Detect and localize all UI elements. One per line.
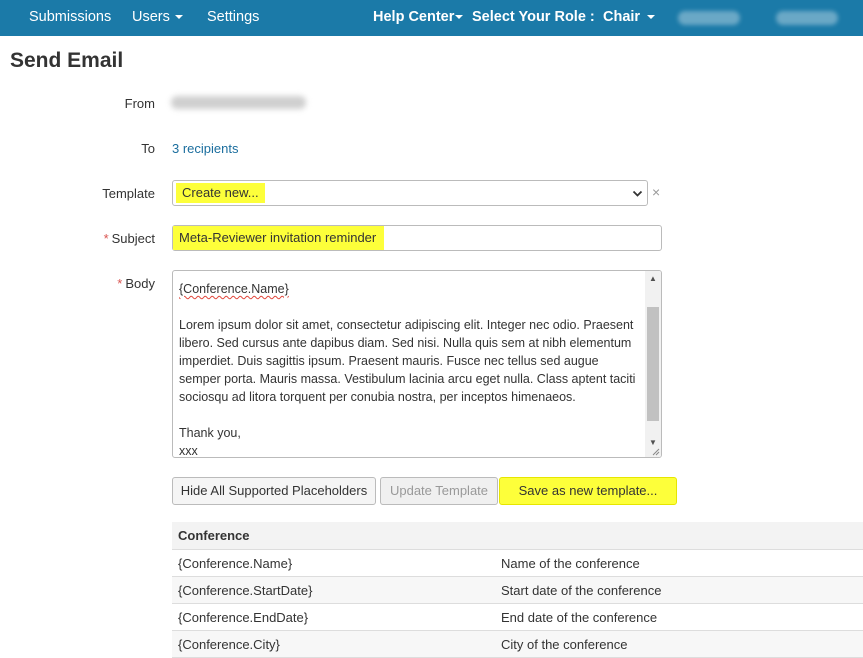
subject-value: Meta-Reviewer invitation reminder xyxy=(173,226,384,250)
nav-users[interactable]: Users xyxy=(132,0,183,36)
role-selector[interactable]: Chair xyxy=(603,0,656,36)
table-row: {Conference.Name} Name of the conference xyxy=(172,549,863,577)
role-label: Select Your Role : xyxy=(472,9,595,25)
placeholder-name: {Conference.EndDate} xyxy=(172,603,493,631)
nav-users-label: Users xyxy=(132,9,170,25)
body-paragraph: Lorem ipsum dolor sit amet, consectetur … xyxy=(179,318,636,404)
template-selected-value: Create new... xyxy=(176,183,265,203)
from-label: From xyxy=(124,96,155,111)
to-label: To xyxy=(141,141,155,156)
arrow-up-icon[interactable]: ▲ xyxy=(645,271,661,287)
body-label-text: Body xyxy=(125,276,155,291)
user-menu-redacted[interactable] xyxy=(678,11,740,25)
table-row: {Conference.StartDate} Start date of the… xyxy=(172,576,863,604)
placeholder-description: Name of the conference xyxy=(493,549,863,577)
placeholder-description: City of the conference xyxy=(493,630,863,658)
nav-help-center-label: Help Center xyxy=(373,9,455,25)
caret-down-icon xyxy=(647,15,656,20)
update-template-button[interactable]: Update Template xyxy=(380,477,498,505)
table-header-row: Conference xyxy=(172,522,863,550)
page-title: Send Email xyxy=(10,49,124,72)
nav-submissions[interactable]: Submissions xyxy=(29,0,111,36)
placeholders-table: Conference {Conference.Name} Name of the… xyxy=(172,522,863,658)
table-row: {Conference.City} City of the conference xyxy=(172,630,863,658)
placeholder-name: {Conference.Name} xyxy=(172,549,493,577)
chevron-down-icon xyxy=(632,190,643,197)
template-label: Template xyxy=(102,186,155,201)
nav-help-center[interactable]: Help Center xyxy=(373,0,464,36)
body-closing: Thank you, xyxy=(179,426,241,440)
body-textarea[interactable]: {Conference.Name} Lorem ipsum dolor sit … xyxy=(172,270,662,458)
caret-down-icon xyxy=(455,15,464,20)
subject-input[interactable]: Meta-Reviewer invitation reminder xyxy=(172,225,662,251)
resize-grip-icon[interactable] xyxy=(652,448,660,456)
body-content: {Conference.Name} Lorem ipsum dolor sit … xyxy=(179,280,641,458)
table-header-conference: Conference xyxy=(172,522,863,550)
role-value: Chair xyxy=(603,9,641,25)
placeholder-description: End date of the conference xyxy=(493,603,863,631)
save-as-new-template-button[interactable]: Save as new template... xyxy=(499,477,677,505)
body-placeholder-line: {Conference.Name} xyxy=(179,282,289,296)
placeholder-description: Start date of the conference xyxy=(493,576,863,604)
account-menu-redacted[interactable] xyxy=(776,11,838,25)
placeholder-name: {Conference.StartDate} xyxy=(172,576,493,604)
from-address-redacted xyxy=(171,96,306,109)
required-mark: * xyxy=(117,276,123,291)
body-signature: xxx xyxy=(179,444,198,458)
table-row: {Conference.EndDate} End date of the con… xyxy=(172,603,863,631)
body-scrollbar[interactable]: ▲ ▼ xyxy=(645,271,661,457)
top-navbar: Submissions Users Settings Help Center S… xyxy=(0,0,863,36)
scroll-thumb[interactable] xyxy=(647,307,659,421)
subject-label: * Subject xyxy=(104,231,155,246)
close-icon[interactable]: × xyxy=(652,184,660,200)
required-mark: * xyxy=(103,231,109,246)
template-select[interactable]: Create new... xyxy=(172,180,648,206)
nav-settings[interactable]: Settings xyxy=(207,0,259,36)
hide-placeholders-button[interactable]: Hide All Supported Placeholders xyxy=(172,477,376,505)
placeholder-name: {Conference.City} xyxy=(172,630,493,658)
caret-down-icon xyxy=(174,15,183,20)
body-label: * Body xyxy=(117,276,155,291)
subject-label-text: Subject xyxy=(111,231,155,246)
recipients-link[interactable]: 3 recipients xyxy=(172,141,238,156)
